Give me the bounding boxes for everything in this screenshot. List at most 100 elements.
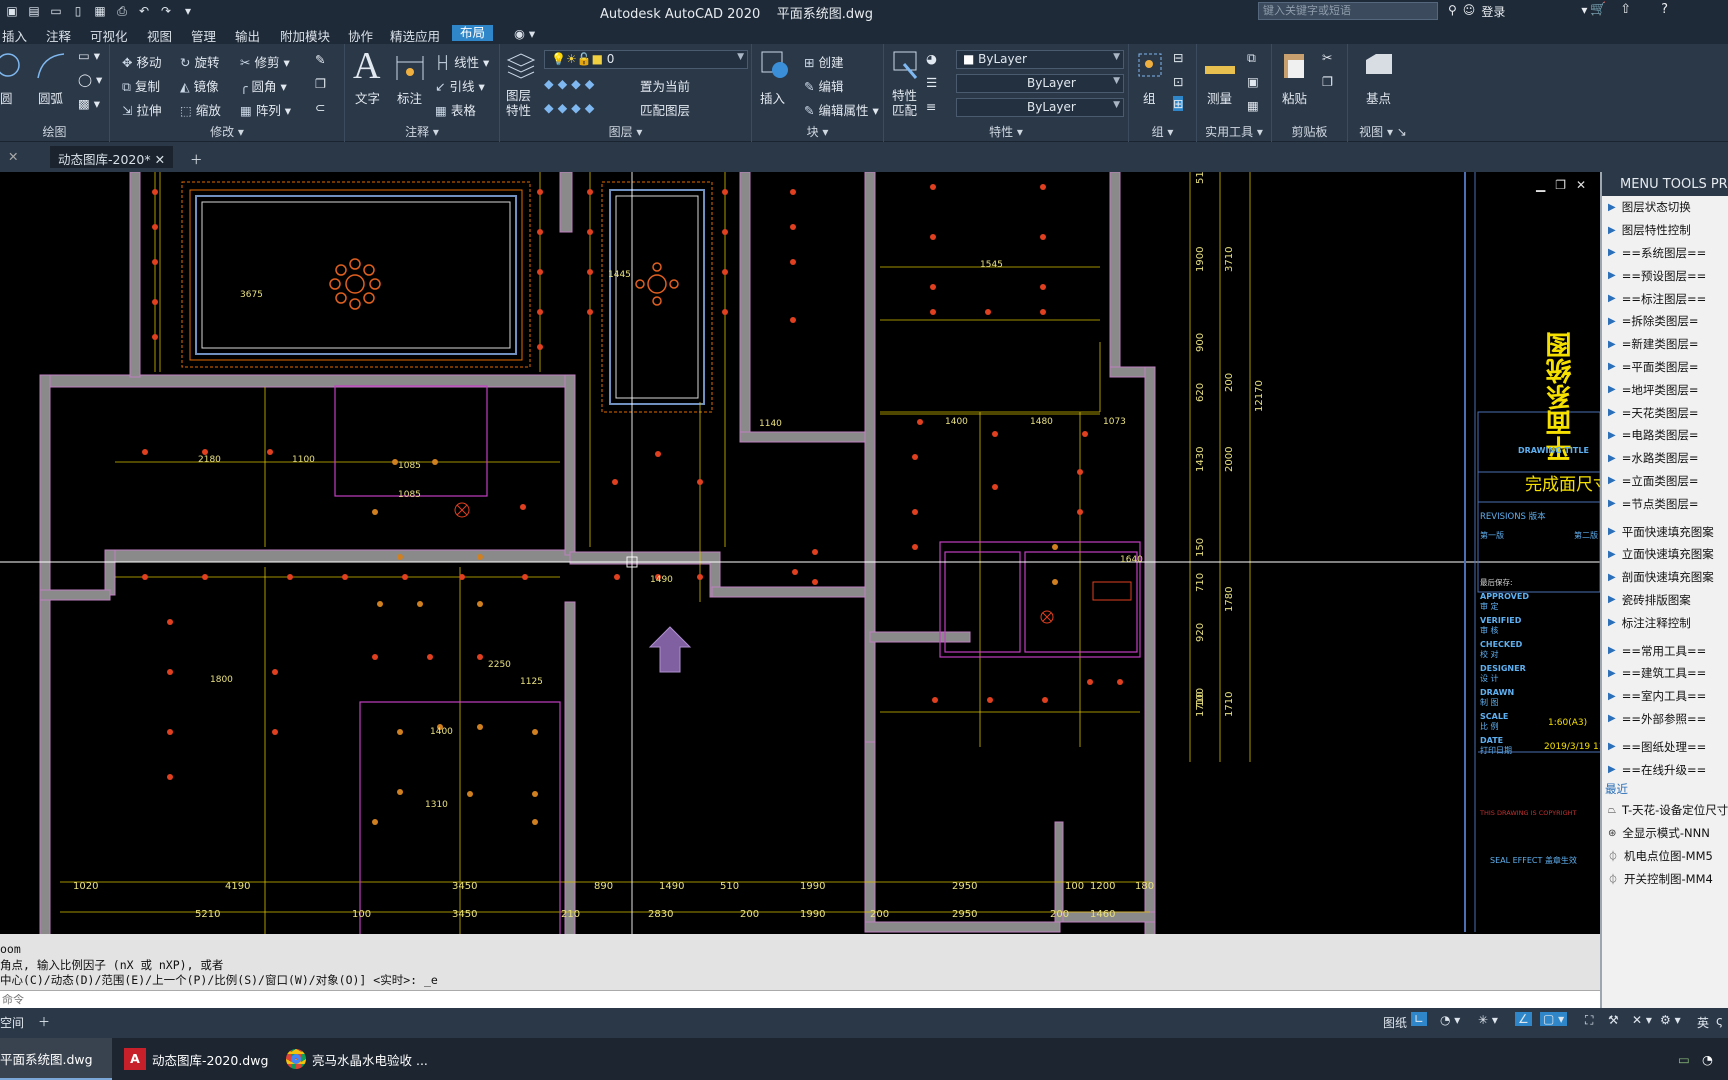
cut-icon[interactable]: ✂ <box>1322 50 1332 65</box>
copy-button[interactable]: ⧉ 复制 <box>122 76 160 95</box>
group-button[interactable]: 组 <box>1143 88 1156 107</box>
restore-icon[interactable]: ❐ <box>1555 178 1566 192</box>
user-icon[interactable]: ☺ <box>1463 3 1476 20</box>
palette-item[interactable]: ▶ 标注注释控制 <box>1602 611 1728 634</box>
fullscreen-icon[interactable]: ⛶ <box>1585 1013 1593 1028</box>
trim-button[interactable]: ✂ 修剪 ▾ <box>240 52 290 71</box>
arc-icon[interactable] <box>34 50 68 84</box>
palette-item[interactable]: ▶ ==建筑工具== <box>1602 662 1728 685</box>
customize-qat-icon[interactable]: ▾ <box>180 3 196 19</box>
undo-icon[interactable]: ↶ <box>136 3 152 19</box>
grid-snap-icon[interactable]: ∟ <box>1411 1012 1428 1026</box>
palette-item[interactable]: ▶ ==图纸处理== <box>1602 735 1728 758</box>
annotation-scale-icon[interactable]: ⚒ <box>1608 1013 1619 1027</box>
paste-button[interactable]: 粘贴 <box>1282 88 1307 107</box>
palette-item[interactable]: ▶ =天花类图层= <box>1602 401 1728 424</box>
palette-item[interactable]: ▶ 图层特性控制 <box>1602 219 1728 242</box>
search-input[interactable] <box>1258 2 1438 20</box>
color-dropdown[interactable]: ■ ByLayer ▼ <box>956 50 1124 69</box>
linear-button[interactable]: ├┤ 线性 ▾ <box>435 52 489 71</box>
ime-more-icon[interactable]: ς <box>1716 1014 1723 1028</box>
tab-output[interactable]: 输出 <box>235 26 260 45</box>
match-properties-icon[interactable] <box>890 48 924 82</box>
rectangle-icon[interactable]: ▭ ▾ <box>78 48 100 63</box>
set-current-button[interactable]: 置为当前 <box>640 76 690 95</box>
taskbar-item-chrome[interactable]: 亮马水晶水电验收 ... <box>286 1038 436 1080</box>
recent-item[interactable]: ⊛ 全显示模式-NNN <box>1602 822 1728 845</box>
share-icon[interactable]: ⇧ <box>1620 2 1631 17</box>
save-cloud-icon[interactable]: ▦ <box>92 3 108 19</box>
layer-tools-row2-icons[interactable]: ◆ ◆ ◆ ◆ <box>544 100 594 115</box>
leader-button[interactable]: ↙ 引线 ▾ <box>435 76 485 95</box>
palette-item[interactable]: ▶ =节点类图层= <box>1602 492 1728 515</box>
add-layout-button[interactable]: ＋ <box>38 1013 50 1030</box>
base-point-button[interactable]: 基点 <box>1366 88 1391 107</box>
settings-gear-icon[interactable]: ⚙ ▾ <box>1660 1013 1681 1027</box>
tab-manage[interactable]: 管理 <box>191 26 216 45</box>
palette-item[interactable]: ▶ =拆除类图层= <box>1602 310 1728 333</box>
save-as-icon[interactable]: ▤ <box>26 3 42 19</box>
quick-select-icon[interactable]: ⧉ <box>1247 50 1256 66</box>
insert-button[interactable]: 插入 <box>760 88 785 107</box>
tab-addins[interactable]: 附加模块 <box>280 26 330 45</box>
palette-item[interactable]: ▶ 立面快速填充图案 <box>1602 543 1728 566</box>
model-space-tab[interactable]: 空间 <box>0 1014 24 1031</box>
palette-item[interactable]: ▶ =平面类图层= <box>1602 356 1728 379</box>
taskbar-item-library[interactable]: A 动态图库-2020.dwg <box>124 1038 274 1080</box>
cart-icon[interactable]: 🛒 <box>1590 2 1606 17</box>
close-icon[interactable]: ✕ <box>1576 178 1586 192</box>
network-icon[interactable]: ◔ <box>1702 1038 1713 1080</box>
group-edit-icon[interactable]: ⊡ <box>1173 74 1183 89</box>
palette-item[interactable]: ▶ ==标注图层== <box>1602 287 1728 310</box>
drawing-canvas[interactable]: 3675 1445 2180 1100 1085 1085 1490 1400 … <box>0 172 1600 934</box>
palette-item[interactable]: ▶ 瓷砖排版图案 <box>1602 589 1728 612</box>
object-snap-icon[interactable]: ∠ <box>1515 1012 1532 1026</box>
rotate-button[interactable]: ↻ 旋转 <box>180 52 220 71</box>
tab-insert[interactable]: 插入 <box>2 26 27 45</box>
tab-annotate[interactable]: 注释 <box>46 26 71 45</box>
erase-icon[interactable]: ✎ <box>315 52 325 67</box>
new-tab-button[interactable]: ＋ <box>182 146 211 168</box>
color-wheel-icon[interactable]: ◕ <box>926 51 937 66</box>
scale-button[interactable]: ⬚ 缩放 <box>180 100 221 119</box>
binoculars-icon[interactable]: ⚲ <box>1448 3 1457 20</box>
current-layer-dropdown[interactable]: 💡☀🔓■ 0 ▼ <box>544 50 748 69</box>
text-icon[interactable]: A <box>353 44 380 88</box>
layer-properties-button[interactable]: 图层 特性 <box>506 88 531 118</box>
arc-button[interactable]: 圆弧 <box>38 88 63 107</box>
palette-item[interactable]: ▶ 剖面快速填充图案 <box>1602 566 1728 589</box>
palette-item[interactable]: ▶ ==外部参照== <box>1602 708 1728 731</box>
ime-indicator[interactable]: 英 <box>1697 1014 1709 1031</box>
tab-close-icon[interactable]: ✕ <box>0 146 45 168</box>
login-dropdown-icon[interactable]: ▾ <box>1581 3 1587 20</box>
circle-button[interactable]: 圆 <box>0 88 13 107</box>
insert-block-icon[interactable] <box>758 48 792 82</box>
polar-tracking-icon[interactable]: ◔ ▾ <box>1440 1013 1460 1027</box>
lineweight-dropdown[interactable]: ByLayer ▼ <box>956 98 1124 117</box>
tab-collaborate[interactable]: 协作 <box>348 26 373 45</box>
palette-item[interactable]: ▶ =新建类图层= <box>1602 333 1728 356</box>
palette-item[interactable]: ▶ ==在线升级== <box>1602 758 1728 781</box>
ungroup-icon[interactable]: ⊟ <box>1173 50 1183 65</box>
save-icon[interactable]: ▣ <box>4 3 20 19</box>
edit-block-button[interactable]: ✎ 编辑 <box>804 76 844 95</box>
layer-tools-row1-icons[interactable]: ◆ ◆ ◆ ◆ <box>544 76 594 91</box>
palette-item[interactable]: ▶ =水路类图层= <box>1602 447 1728 470</box>
tab-extra-icon[interactable]: ◉ ▾ <box>514 26 535 41</box>
create-block-button[interactable]: ⊞ 创建 <box>804 52 844 71</box>
open-file-icon[interactable]: ▯ <box>70 3 86 19</box>
command-input[interactable] <box>2 994 402 1006</box>
taskbar-item-plan[interactable]: 平面系统图.dwg <box>0 1038 112 1080</box>
recent-item[interactable]: ⏀ 开关控制图-MM4 <box>1602 867 1728 890</box>
palette-item[interactable]: ▶ ==室内工具== <box>1602 685 1728 708</box>
palette-item[interactable]: ▶ 平面快速填充图案 <box>1602 520 1728 543</box>
tab-view[interactable]: 视图 <box>147 26 172 45</box>
tab-visualize[interactable]: 可视化 <box>90 26 128 45</box>
select-all-icon[interactable]: ▣ <box>1247 74 1259 89</box>
copy-clip-icon[interactable]: ❐ <box>1322 74 1333 89</box>
login-button[interactable]: 登录 <box>1481 3 1505 20</box>
edit-attributes-button[interactable]: ✎ 编辑属性 ▾ <box>804 100 879 119</box>
explode-icon[interactable]: ❐ <box>315 76 326 91</box>
battery-icon[interactable]: ▭ <box>1678 1038 1690 1080</box>
palette-item[interactable]: ▶ =地坪类图层= <box>1602 378 1728 401</box>
